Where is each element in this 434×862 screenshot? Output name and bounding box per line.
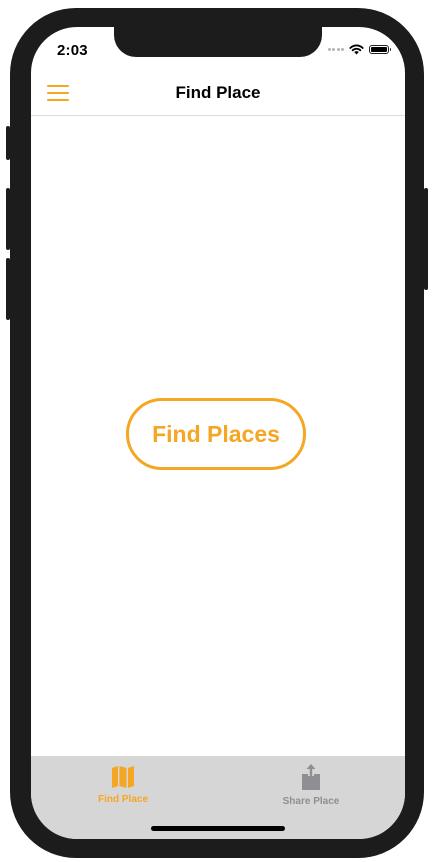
- tab-bar: Find Place Share Place: [31, 756, 405, 839]
- silent-switch: [6, 126, 10, 160]
- power-button: [424, 188, 428, 290]
- page-title: Find Place: [175, 83, 261, 102]
- status-time: 2:03: [57, 42, 88, 59]
- share-icon: [302, 764, 320, 790]
- tab-share-place[interactable]: Share Place: [251, 764, 371, 807]
- tab-find-place[interactable]: Find Place: [63, 764, 183, 805]
- cellular-signal-icon: [327, 47, 344, 51]
- home-indicator[interactable]: [151, 826, 285, 831]
- status-indicators: [327, 42, 391, 56]
- map-icon: [112, 766, 134, 788]
- navigation-bar: Find Place: [31, 71, 405, 116]
- phone-screen: 2:03 Find Place Find Places Find Place S…: [31, 27, 405, 839]
- wifi-icon: [349, 44, 364, 54]
- battery-icon: [369, 44, 391, 54]
- tab-label: Share Place: [282, 796, 340, 807]
- find-places-button[interactable]: Find Places: [126, 398, 306, 470]
- tab-label: Find Place: [97, 794, 148, 805]
- volume-up-button: [6, 188, 10, 250]
- volume-down-button: [6, 258, 10, 320]
- notch: [114, 27, 322, 57]
